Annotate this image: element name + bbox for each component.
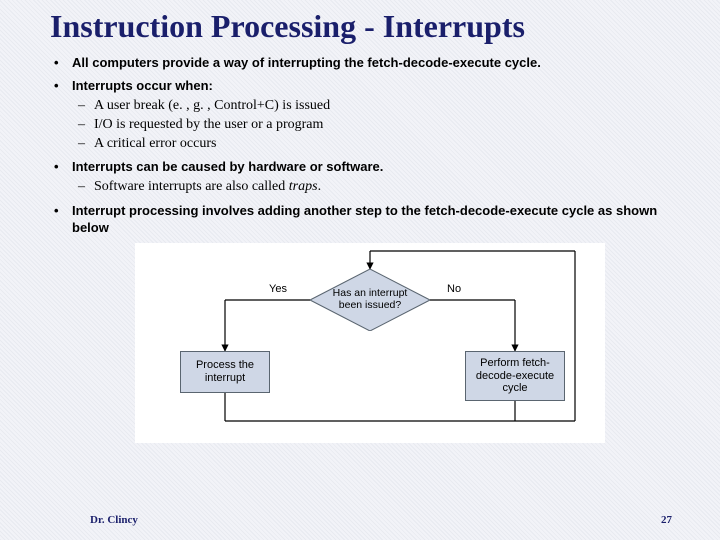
flowchart: Has an interrupt been issued? Yes No Pro… bbox=[135, 243, 605, 443]
yes-label: Yes bbox=[269, 283, 287, 295]
bullet-3-sub-1: Software interrupts are also called trap… bbox=[72, 178, 690, 197]
bullet-1: All computers provide a way of interrupt… bbox=[50, 55, 690, 72]
decision-text: Has an interrupt been issued? bbox=[310, 269, 430, 331]
bullet-2-sub-1: A user break (e. , g. , Control+C) is is… bbox=[72, 97, 690, 116]
decision-node: Has an interrupt been issued? bbox=[310, 269, 430, 331]
bullet-3: Interrupts can be caused by hardware or … bbox=[50, 159, 690, 197]
fetch-decode-execute-box: Perform fetch-decode-execute cycle bbox=[465, 351, 565, 401]
page-number: 27 bbox=[661, 514, 672, 526]
bullet-2-sub-3: A critical error occurs bbox=[72, 135, 690, 154]
bullet-2: Interrupts occur when: A user break (e. … bbox=[50, 78, 690, 154]
bullet-2-text: Interrupts occur when: bbox=[72, 78, 213, 93]
process-interrupt-box: Process the interrupt bbox=[180, 351, 270, 393]
bullet-4: Interrupt processing involves adding ano… bbox=[50, 203, 690, 237]
footer-author: Dr. Clincy bbox=[90, 514, 138, 526]
bullet-2-sub-2: I/O is requested by the user or a progra… bbox=[72, 116, 690, 135]
bullet-1-text: All computers provide a way of interrupt… bbox=[72, 55, 541, 70]
bullet-3-text: Interrupts can be caused by hardware or … bbox=[72, 159, 383, 174]
no-label: No bbox=[447, 283, 461, 295]
bullet-list: All computers provide a way of interrupt… bbox=[50, 55, 690, 237]
bullet-4-text: Interrupt processing involves adding ano… bbox=[72, 203, 657, 235]
slide-title: Instruction Processing - Interrupts bbox=[50, 8, 690, 45]
